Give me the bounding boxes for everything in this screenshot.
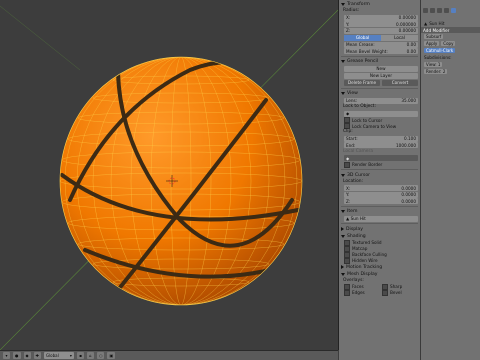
space-toggle: Global Local: [344, 34, 418, 41]
grease-pencil-panel-header[interactable]: Grease Pencil: [341, 58, 418, 65]
grid-line: [0, 5, 81, 71]
delete-frame-button[interactable]: Delete Frame: [344, 79, 380, 86]
radius-label: Radius:: [343, 8, 360, 13]
render-levels-row: Render: 2: [421, 68, 480, 75]
clip-label: Clip:: [343, 129, 353, 134]
3d-viewport[interactable]: [0, 0, 339, 350]
cursor-panel-header[interactable]: 3D Cursor: [341, 172, 418, 179]
view-levels-field[interactable]: View: 1: [424, 62, 443, 67]
lock-object-field[interactable]: ◆: [344, 110, 418, 117]
view-levels-row: View: 1: [421, 61, 480, 68]
mesh-icon: ▲: [424, 21, 428, 26]
apply-button[interactable]: Apply: [424, 41, 440, 46]
radius-y-field[interactable]: Y: 0.000000: [344, 21, 418, 27]
cursor-y-field[interactable]: Y: 0.0000: [344, 191, 418, 198]
shading-panel-header[interactable]: Shading: [341, 233, 418, 240]
basketball-mesh[interactable]: [59, 56, 303, 306]
viewport-header: ▾ ● ◆ ✚ Global ▾ ▪ ⌂ ○ ▣: [0, 350, 338, 360]
render-levels-field[interactable]: Render: 2: [424, 69, 448, 74]
properties-sidebar: Transform Radius: X: 0.00000 Y: 0.000000 Z…: [339, 0, 420, 360]
modifier-header-row: Subsurf: [421, 33, 480, 40]
cursor-x-field[interactable]: X: 0.0000: [344, 185, 418, 191]
world-tab-icon[interactable]: [437, 7, 442, 13]
collapse-icon: [341, 3, 345, 6]
radius-x-field[interactable]: X: 0.00000: [344, 14, 418, 21]
mesh-display-panel-header[interactable]: Mesh Display: [341, 271, 418, 278]
clip-start-field[interactable]: Start: 0.100: [344, 135, 418, 142]
modifier-actions-row: Apply Copy: [421, 40, 480, 47]
mean-bevel-field[interactable]: Mean Bevel Weight: 0.00: [344, 48, 418, 54]
render-tab-icon[interactable]: [423, 7, 428, 13]
local-tab[interactable]: Local: [381, 34, 418, 41]
convert-button[interactable]: Convert: [382, 79, 418, 86]
view-menu-icon[interactable]: ▾: [3, 352, 10, 359]
manipulator-icon[interactable]: ✚: [33, 352, 41, 359]
render-border-checkbox[interactable]: Render Border: [344, 161, 418, 168]
render-icon[interactable]: ▣: [107, 352, 116, 359]
new-layer-button[interactable]: New Layer: [344, 72, 418, 79]
catmull-clark-button[interactable]: Catmull-Clark: [424, 48, 456, 53]
transform-panel-header[interactable]: Transform: [341, 1, 418, 8]
properties-editor: ▲ Sun Hit Add Modifier Subsurf Apply Cop…: [420, 0, 480, 360]
pivot-icon[interactable]: ◆: [23, 352, 31, 359]
item-name-field[interactable]: ▲ Sun Hit: [344, 215, 418, 222]
layer-icon[interactable]: ▪: [76, 352, 84, 359]
object-tab-icon[interactable]: [444, 7, 449, 13]
subsurf-mode-row: Catmull-Clark: [421, 47, 480, 54]
motion-tracking-panel-header[interactable]: Motion Tracking: [341, 264, 418, 271]
display-panel-header[interactable]: Display: [341, 226, 418, 233]
orientation-select[interactable]: Global ▾: [43, 352, 74, 359]
shading-mode-icon[interactable]: ●: [13, 352, 21, 359]
item-panel-header[interactable]: Item: [341, 208, 418, 215]
view-panel-header[interactable]: View: [341, 90, 418, 97]
lens-field[interactable]: Lens: 35.000: [344, 97, 418, 104]
mean-crease-field[interactable]: Mean Crease: 0.00: [344, 41, 418, 48]
overlay-edges-checkbox[interactable]: Edges: [344, 289, 380, 296]
subdivisions-label: Subdivisions:: [424, 55, 452, 60]
proportional-edit-icon[interactable]: ○: [96, 352, 105, 359]
scene-tab-icon[interactable]: [430, 7, 435, 13]
object-name-row: ▲ Sun Hit: [424, 21, 445, 26]
local-camera-field[interactable]: ◆: [344, 155, 418, 161]
global-tab[interactable]: Global: [344, 34, 381, 41]
properties-tabs: [421, 0, 480, 20]
snap-icon[interactable]: ⌂: [86, 352, 94, 359]
cursor-location-label: Location:: [343, 178, 364, 184]
cursor-z-field[interactable]: Z: 0.0000: [344, 198, 418, 204]
modifier-name-field[interactable]: Subsurf: [424, 34, 444, 39]
clip-end-field[interactable]: End: 1000.000: [344, 142, 418, 148]
new-grease-pencil-button[interactable]: New: [344, 65, 418, 72]
copy-button[interactable]: Copy: [441, 41, 456, 46]
overlay-bevel-checkbox[interactable]: Bevel: [382, 289, 418, 296]
local-camera-label: Local Camera: [343, 148, 374, 154]
viewport-scene[interactable]: [0, 0, 338, 350]
radius-z-field[interactable]: Z: 0.00000: [344, 27, 418, 34]
lock-to-object-label: Lock to Object:: [343, 104, 376, 109]
modifier-tab-icon[interactable]: [451, 7, 456, 13]
